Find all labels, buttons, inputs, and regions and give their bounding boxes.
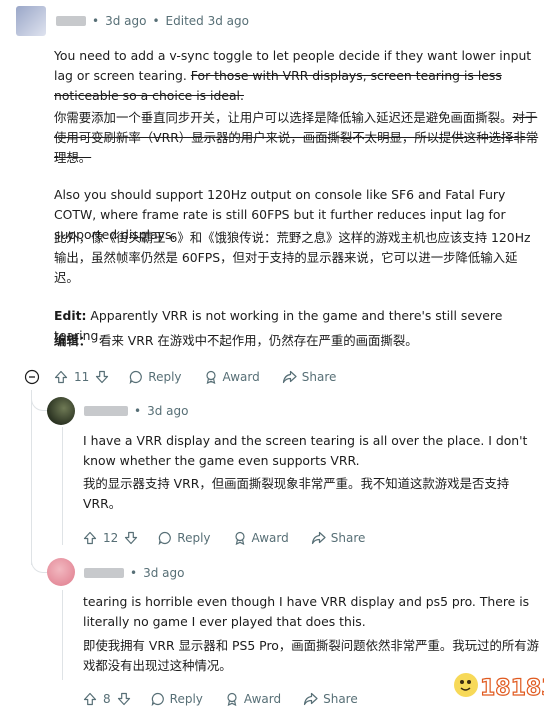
username[interactable] bbox=[84, 568, 124, 578]
vote-group: 11 bbox=[54, 370, 109, 384]
comment-actions: 12 Reply Award Share bbox=[83, 528, 387, 548]
share-icon bbox=[282, 370, 297, 384]
reply-button[interactable]: Reply bbox=[129, 370, 182, 384]
reply-button[interactable]: Reply bbox=[151, 692, 203, 706]
thread-line bbox=[62, 427, 63, 545]
avatar[interactable] bbox=[47, 397, 75, 425]
upvote-icon[interactable] bbox=[83, 531, 97, 545]
comment-bubble-icon bbox=[129, 370, 143, 384]
thread-line bbox=[62, 590, 63, 680]
comment-header: • 3d ago • Edited 3d ago bbox=[56, 14, 249, 28]
vote-group: 12 bbox=[83, 531, 138, 545]
thread-connector bbox=[31, 550, 48, 573]
downvote-icon[interactable] bbox=[95, 370, 109, 384]
share-button[interactable]: Share bbox=[303, 692, 358, 706]
timestamp: 3d ago bbox=[143, 566, 185, 580]
timestamp: 3d ago bbox=[105, 14, 147, 28]
comment-text: 你需要添加一个垂直同步开关，让用户可以选择是降低输入延迟还是避免画面撕裂。 bbox=[54, 110, 513, 125]
comment-text: 看来 VRR 在游戏中不起作用，仍然存在严重的画面撕裂。 bbox=[99, 333, 418, 348]
comment-bubble-icon bbox=[158, 531, 172, 545]
comment-edit-translation: 编辑： 看来 VRR 在游戏中不起作用，仍然存在严重的画面撕裂。 bbox=[54, 331, 542, 351]
username[interactable] bbox=[56, 16, 86, 26]
vote-count: 12 bbox=[103, 531, 119, 545]
reply-translation: 我的显示器支持 VRR，但画面撕裂现象非常严重。我不知道这款游戏是否支持 VRR… bbox=[83, 476, 510, 511]
upvote-icon[interactable] bbox=[54, 370, 68, 384]
comment-actions: 11 Reply Award Share bbox=[54, 367, 358, 387]
collapse-thread-icon[interactable] bbox=[24, 369, 40, 389]
award-icon bbox=[234, 531, 245, 545]
share-icon bbox=[304, 692, 318, 706]
reply-text: tearing is horrible even though I have V… bbox=[83, 594, 530, 629]
watermark-logo: 18183 bbox=[452, 665, 550, 707]
comment-translation: 此外，像《街头霸王 6》和《饿狼传说：荒野之息》这样的游戏主机也应该支持 120… bbox=[54, 230, 531, 285]
username[interactable] bbox=[84, 406, 128, 416]
timestamp: 3d ago bbox=[147, 404, 189, 418]
edit-label: Edit: bbox=[54, 308, 87, 323]
award-icon bbox=[205, 370, 216, 384]
comment-bubble-icon bbox=[151, 692, 164, 706]
avatar[interactable] bbox=[47, 558, 75, 586]
comment-header: • 3d ago bbox=[84, 404, 188, 418]
award-icon bbox=[227, 692, 237, 706]
award-button[interactable]: Award bbox=[225, 692, 281, 706]
comment-header: • 3d ago bbox=[84, 566, 184, 580]
upvote-icon[interactable] bbox=[83, 692, 97, 706]
share-button[interactable]: Share bbox=[311, 531, 365, 545]
avatar[interactable] bbox=[16, 6, 46, 36]
reply-text: I have a VRR display and the screen tear… bbox=[83, 433, 528, 468]
vote-count: 11 bbox=[74, 370, 90, 384]
edited-label: Edited 3d ago bbox=[165, 14, 249, 28]
edit-label: 编辑： bbox=[54, 333, 92, 348]
reply-button[interactable]: Reply bbox=[158, 531, 211, 545]
share-icon bbox=[311, 531, 326, 545]
vote-count: 8 bbox=[103, 692, 111, 706]
comment-paragraph: You need to add a v-sync toggle to let p… bbox=[54, 46, 542, 106]
thread-connector bbox=[31, 390, 48, 411]
comment-translation: 你需要添加一个垂直同步开关，让用户可以选择是降低输入延迟还是避免画面撕裂。对于使… bbox=[54, 108, 542, 168]
thread-line bbox=[31, 390, 32, 565]
downvote-icon[interactable] bbox=[117, 692, 131, 706]
watermark-text: 18183 bbox=[480, 676, 544, 701]
downvote-icon[interactable] bbox=[124, 531, 138, 545]
vote-group: 8 bbox=[83, 692, 131, 706]
award-button[interactable]: Award bbox=[204, 370, 260, 384]
award-button[interactable]: Award bbox=[233, 531, 289, 545]
share-button[interactable]: Share bbox=[282, 370, 336, 384]
comment-actions: 8 Reply Award Share bbox=[83, 689, 380, 709]
